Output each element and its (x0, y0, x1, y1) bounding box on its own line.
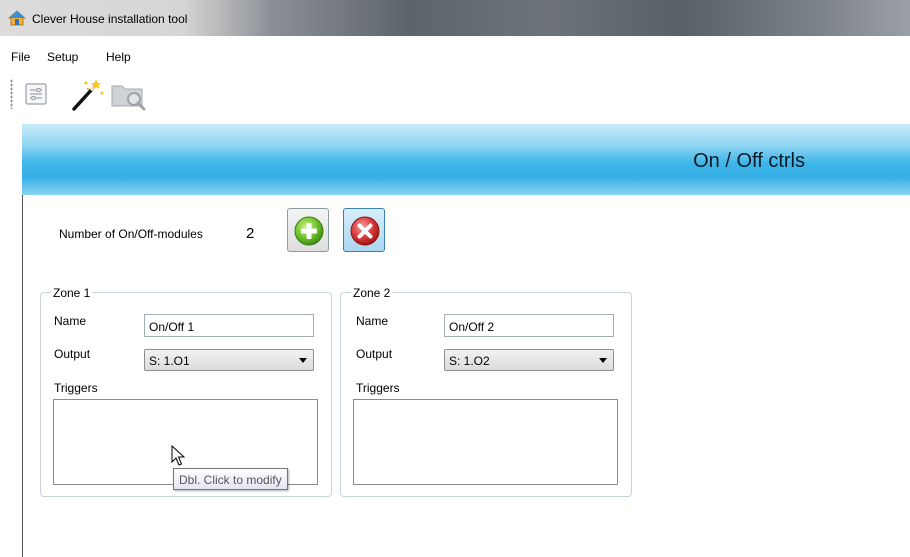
toolbar (0, 73, 910, 123)
add-module-button[interactable] (287, 208, 329, 252)
window-title: Clever House installation tool (32, 12, 188, 26)
zone-1-legend: Zone 1 (51, 286, 93, 300)
menu-bar: File Setup Help (0, 44, 910, 68)
remove-module-button[interactable] (343, 208, 385, 252)
zone-1-output-value: S: 1.O1 (149, 354, 190, 368)
zone-1-group: Zone 1 Name On/Off 1 Output S: 1.O1 Trig… (40, 286, 332, 497)
modules-count-label: Number of On/Off-modules (59, 227, 203, 241)
zone-2-triggers-label: Triggers (356, 381, 400, 395)
remove-circle-icon (350, 216, 380, 246)
folder-search-icon[interactable] (110, 80, 150, 115)
zone-2-output-select[interactable]: S: 1.O2 (444, 349, 614, 371)
settings-list-icon[interactable] (23, 81, 49, 110)
house-icon[interactable] (7, 10, 27, 26)
menu-setup[interactable]: Setup (47, 50, 78, 64)
zone-1-name-field[interactable]: On/Off 1 (144, 314, 314, 337)
zone-2-group: Zone 2 Name On/Off 2 Output S: 1.O2 Trig… (340, 286, 632, 497)
zone-1-triggers-label: Triggers (54, 381, 98, 395)
chevron-down-icon[interactable] (599, 358, 607, 363)
zone-1-output-select[interactable]: S: 1.O1 (144, 349, 314, 371)
zone-1-name-label: Name (54, 314, 87, 328)
zone-2-name-label: Name (356, 314, 389, 328)
zone-2-output-value: S: 1.O2 (449, 354, 490, 368)
title-bar: Clever House installation tool (0, 0, 910, 36)
add-circle-icon (294, 216, 324, 246)
magic-wand-icon[interactable] (66, 77, 106, 116)
toolbar-grip[interactable] (10, 79, 13, 109)
zone-2-output-label: Output (356, 347, 393, 361)
chevron-down-icon[interactable] (299, 358, 307, 363)
section-heading: On / Off ctrls (693, 150, 805, 172)
menu-file[interactable]: File (11, 50, 30, 64)
zone-1-output-label: Output (54, 347, 91, 361)
zone-2-triggers-list[interactable] (353, 399, 618, 485)
content-border (22, 195, 23, 557)
zone-2-name-field[interactable]: On/Off 2 (444, 314, 614, 337)
menu-help[interactable]: Help (106, 50, 131, 64)
tooltip: Dbl. Click to modify (173, 468, 288, 490)
mouse-cursor-icon (171, 444, 186, 470)
modules-count-value: 2 (246, 225, 255, 242)
section-banner: On / Off ctrls (22, 124, 910, 195)
zone-2-legend: Zone 2 (351, 286, 393, 300)
